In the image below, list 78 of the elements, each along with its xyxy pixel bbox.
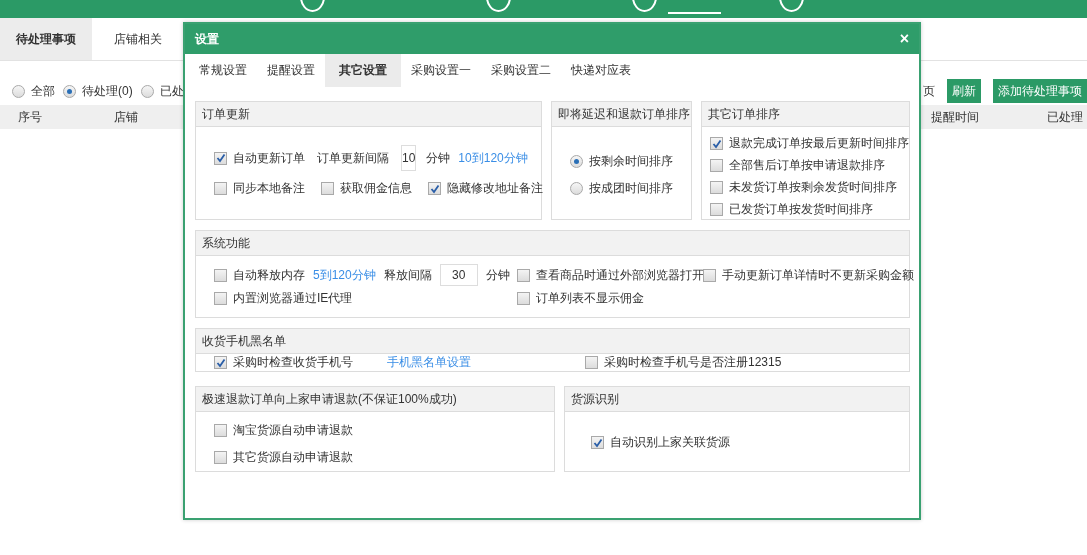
- dialog-title: 设置: [195, 30, 219, 48]
- radio-label: 全部: [31, 82, 55, 100]
- tab[interactable]: 常规设置: [189, 54, 257, 87]
- checkbox-label: 退款完成订单按最后更新时间排序: [729, 135, 909, 152]
- checkbox[interactable]: [214, 356, 227, 369]
- checkbox-label: 订单列表不显示佣金: [536, 290, 644, 307]
- radio-label: 已处: [159, 82, 184, 100]
- panel-title: 其它订单排序: [702, 102, 909, 127]
- checkbox-label: 已发货订单按发货时间排序: [729, 201, 873, 218]
- checkbox[interactable]: [710, 137, 723, 150]
- panel-title: 系统功能: [196, 231, 909, 256]
- checkbox[interactable]: [214, 268, 227, 282]
- column-header: 提醒时间: [930, 108, 979, 126]
- label: 分钟: [485, 266, 510, 284]
- label: 分钟: [426, 149, 451, 167]
- toolbar-button[interactable]: 刷新: [947, 79, 981, 103]
- checkbox[interactable]: [214, 451, 227, 464]
- radio-button[interactable]: [12, 84, 25, 98]
- panel-title: 订单更新: [196, 102, 541, 127]
- checkbox-label: 自动更新订单: [233, 149, 305, 167]
- label: 释放间隔: [383, 266, 432, 284]
- tab[interactable]: 采购设置一: [401, 54, 481, 87]
- tab[interactable]: 提醒设置: [257, 54, 325, 87]
- checkbox-label: 自动释放内存: [233, 266, 305, 284]
- checkbox[interactable]: [703, 268, 716, 282]
- radio-button[interactable]: [63, 84, 76, 98]
- pager-text: 页: [923, 82, 935, 100]
- panel-title: 收货手机黑名单: [196, 329, 909, 354]
- radio-button[interactable]: [140, 84, 154, 98]
- panel-title: 极速退款订单向上家申请退款(不保证100%成功): [196, 387, 554, 412]
- panel-title: 货源识别: [565, 387, 909, 412]
- checkbox[interactable]: [517, 292, 530, 305]
- radio-label: 按剩余时间排序: [589, 153, 673, 170]
- checkbox-label: 自动识别上家关联货源: [610, 434, 730, 451]
- column-header: 店铺: [113, 108, 138, 126]
- radio-button[interactable]: [570, 155, 583, 168]
- column-header: 序号: [17, 108, 42, 126]
- label: 订单更新间隔: [317, 149, 389, 167]
- checkbox-label: 手动更新订单详情时不更新采购金额: [722, 266, 914, 284]
- checkbox[interactable]: [517, 268, 530, 282]
- checkbox-label: 隐藏修改地址备注: [447, 180, 543, 197]
- tab[interactable]: 待处理事项: [0, 18, 92, 60]
- panel-title: 即将延迟和退款订单排序: [552, 102, 691, 127]
- checkbox[interactable]: [214, 151, 227, 165]
- checkbox-label: 未发货订单按剩余发货时间排序: [729, 179, 897, 196]
- radio-label: 待处理(0): [82, 82, 133, 100]
- tab[interactable]: 店铺相关: [92, 18, 184, 60]
- tab[interactable]: 其它设置: [325, 54, 401, 87]
- checkbox[interactable]: [321, 182, 334, 195]
- interval-field[interactable]: 10: [401, 145, 417, 171]
- toolbar-button[interactable]: 添加待处理事项: [993, 79, 1087, 103]
- tab[interactable]: 采购设置二: [481, 54, 561, 87]
- checkbox-label: 获取佣金信息: [340, 180, 412, 197]
- checkbox-label: 内置浏览器通过IE代理: [233, 290, 353, 307]
- range-hint: 10到120分钟: [458, 149, 528, 167]
- settings-link[interactable]: 手机黑名单设置: [387, 354, 471, 371]
- range-hint: 5到120分钟: [313, 266, 376, 284]
- checkbox[interactable]: [214, 182, 227, 195]
- checkbox-label: 其它货源自动申请退款: [233, 449, 353, 466]
- checkbox[interactable]: [710, 181, 723, 194]
- checkbox-label: 查看商品时通过外部浏览器打开: [536, 266, 704, 284]
- checkbox[interactable]: [710, 203, 723, 216]
- checkbox[interactable]: [591, 436, 604, 449]
- checkbox[interactable]: [428, 182, 441, 195]
- checkbox[interactable]: [214, 424, 227, 437]
- checkbox-label: 同步本地备注: [233, 180, 305, 197]
- checkbox[interactable]: [214, 292, 227, 305]
- radio-label: 按成团时间排序: [589, 180, 673, 197]
- checkbox[interactable]: [585, 356, 598, 369]
- radio-button[interactable]: [570, 182, 583, 195]
- checkbox-label: 全部售后订单按申请退款排序: [729, 157, 885, 174]
- interval-field[interactable]: 30: [439, 264, 478, 286]
- column-header: 已处理: [1046, 108, 1083, 126]
- checkbox-label: 淘宝货源自动申请退款: [233, 422, 353, 439]
- checkbox-label: 采购时检查收货手机号: [233, 354, 353, 371]
- checkbox[interactable]: [710, 159, 723, 172]
- checkbox-label: 采购时检查手机号是否注册12315: [604, 354, 782, 371]
- tab[interactable]: 快递对应表: [561, 54, 641, 87]
